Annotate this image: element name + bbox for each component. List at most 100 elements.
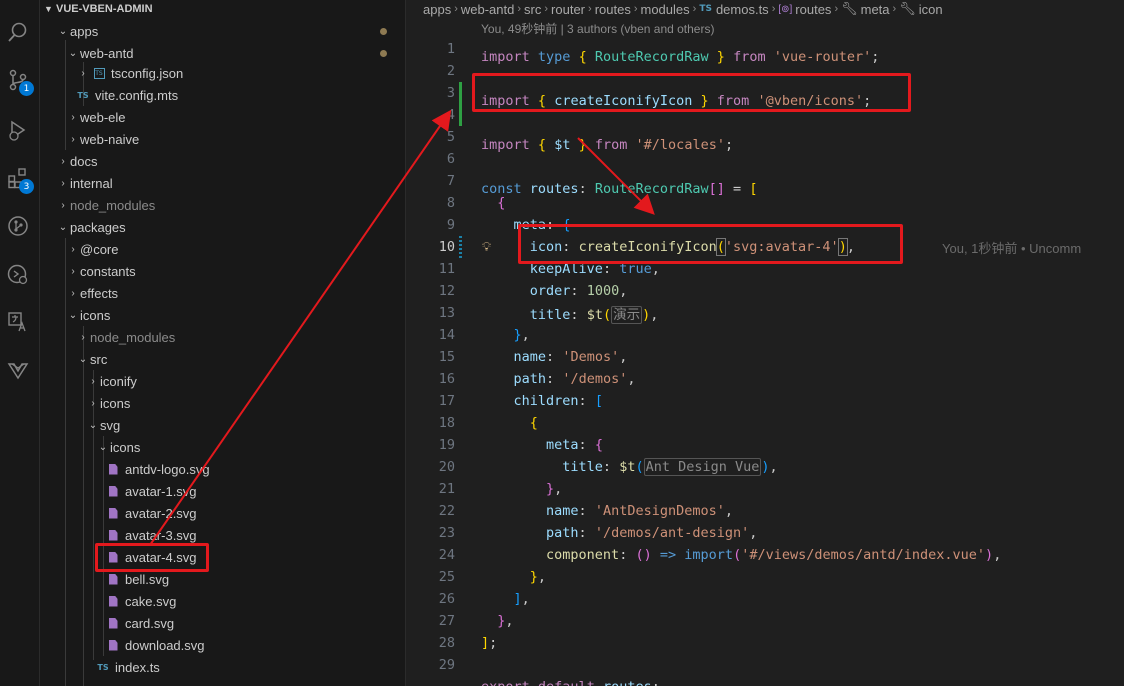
chevron-down-icon: ⌄ <box>68 47 78 59</box>
code-line-29: 29 <box>438 657 455 673</box>
chevron-down-icon: ⌄ <box>68 309 78 321</box>
code-line-21: 21 }, <box>438 481 563 497</box>
tree-folder-icons-node-modules[interactable]: › node_modules <box>40 326 405 348</box>
breadcrumb-item[interactable]: routes <box>595 2 631 17</box>
code-line-1: 1 import type { RouteRecordRaw } from 'v… <box>446 41 880 65</box>
code-line-15: 15 name: 'Demos', <box>438 349 628 365</box>
chevron-right-icon: › <box>81 67 85 79</box>
tree-folder-src[interactable]: ⌄ src <box>40 348 405 370</box>
breadcrumb-item[interactable]: src <box>524 2 541 17</box>
annotation-box-avatar-4 <box>95 543 209 572</box>
code-line-14: 14 }, <box>438 327 530 343</box>
ts-file-icon: TS <box>97 662 109 672</box>
tree-folder-docs[interactable]: › docs <box>40 150 405 172</box>
chevron-right-icon: › <box>71 111 75 123</box>
inline-blame[interactable]: You, 1秒钟前 • Uncomm <box>942 238 1081 257</box>
explorer-root-header[interactable]: ▼ VUE-VBEN-ADMIN <box>40 0 405 18</box>
remote-explorer-icon[interactable] <box>4 260 32 288</box>
annotation-box-icon-line <box>518 224 903 264</box>
tree-folder-src-icons[interactable]: › icons <box>40 392 405 414</box>
tree-file-index-ts[interactable]: TS index.ts <box>40 656 405 678</box>
code-line-22: 22 name: 'AntDesignDemos', <box>438 503 734 519</box>
breadcrumb-item[interactable]: icon <box>919 2 943 17</box>
git-graph-icon[interactable] <box>4 212 32 240</box>
wrench-icon: 🔧︎ <box>841 1 858 16</box>
code-line-27: 27 }, <box>438 613 514 629</box>
svg-file-icon <box>104 617 122 629</box>
wrench-icon: 🔧︎ <box>899 1 916 16</box>
code-line-28: 28]; <box>438 635 498 651</box>
tree-folder-constants[interactable]: › constants <box>40 260 405 282</box>
source-control-icon[interactable]: 1 <box>4 66 34 96</box>
chevron-right-icon: › <box>61 177 65 189</box>
breadcrumb-item[interactable]: router <box>551 2 585 17</box>
run-debug-icon[interactable] <box>4 116 32 144</box>
extensions-icon[interactable]: 3 <box>4 164 34 194</box>
tree-file-download[interactable]: download.svg <box>40 634 405 656</box>
modified-dot-icon <box>380 50 387 57</box>
code-line-13: 13 title: $t(演示), <box>438 305 659 324</box>
chevron-right-icon: › <box>61 199 65 211</box>
extensions-badge: 3 <box>19 179 34 194</box>
tree-folder-core[interactable]: › @core <box>40 238 405 260</box>
chevron-right-icon: › <box>91 375 95 387</box>
scm-badge: 1 <box>19 81 34 96</box>
activity-bar: 1 3 <box>0 0 40 686</box>
explorer-root-label: VUE-VBEN-ADMIN <box>56 3 153 15</box>
vben-logo-icon[interactable] <box>4 356 32 384</box>
tree-file-antdv-logo[interactable]: antdv-logo.svg <box>40 458 405 480</box>
tree-file-vite-config[interactable]: TS vite.config.mts <box>40 84 405 106</box>
tree-file-card[interactable]: card.svg <box>40 612 405 634</box>
svg-file-icon <box>104 463 122 475</box>
code-line-20: 20 title: $t(Ant Design Vue), <box>438 458 778 476</box>
tree-folder-web-ele[interactable]: › web-ele <box>40 106 405 128</box>
chevron-right-icon: › <box>71 265 75 277</box>
chevron-right-icon: › <box>71 133 75 145</box>
chevron-down-icon: ⌄ <box>88 419 98 431</box>
code-line-19: 19 meta: { <box>438 437 603 453</box>
annotation-box-import <box>472 73 911 112</box>
ts-file-icon: TS <box>77 90 89 100</box>
explorer-search-icon[interactable] <box>4 18 32 46</box>
tree-folder-svg-icons[interactable]: ⌄ icons <box>40 436 405 458</box>
chevron-right-icon: › <box>71 243 75 255</box>
tree-folder-web-naive[interactable]: › web-naive <box>40 128 405 150</box>
tree-file-tsconfig[interactable]: › TS tsconfig.json <box>40 62 405 84</box>
tree-folder-effects[interactable]: › effects <box>40 282 405 304</box>
translate-icon[interactable] <box>4 308 32 336</box>
chevron-right-icon: › <box>81 331 85 343</box>
breadcrumb-item[interactable]: meta <box>861 2 890 17</box>
tree-file-avatar-2[interactable]: avatar-2.svg <box>40 502 405 524</box>
tree-folder-svg[interactable]: ⌄ svg <box>40 414 405 436</box>
code-line-5: 5 import { $t } from '#/locales'; <box>446 129 734 153</box>
explorer-sidebar: ▼ VUE-VBEN-ADMIN ⌄ apps ⌄ web-antd › TS tsco… <box>40 0 406 686</box>
breadcrumb-item[interactable]: demos.ts <box>716 2 769 17</box>
code-line-26: 26 ], <box>438 591 530 607</box>
chevron-right-icon: › <box>61 155 65 167</box>
tree-folder-internal[interactable]: › internal <box>40 172 405 194</box>
code-line-23: 23 path: '/demos/ant-design', <box>438 525 758 541</box>
chevron-right-icon: › <box>91 397 95 409</box>
breadcrumb-item[interactable]: web-antd <box>461 2 514 17</box>
tree-folder-node-modules[interactable]: › node_modules <box>40 194 405 216</box>
tree-file-avatar-1[interactable]: avatar-1.svg <box>40 480 405 502</box>
tree-folder-web-antd[interactable]: ⌄ web-antd <box>40 42 405 64</box>
chevron-down-icon: ▼ <box>44 4 53 14</box>
chevron-down-icon: ⌄ <box>58 221 68 233</box>
code-line-12: 12 order: 1000, <box>438 283 628 299</box>
code-line-16: 16 path: '/demos', <box>438 371 636 387</box>
breadcrumb-item[interactable]: routes <box>795 2 831 17</box>
tree-file-cake[interactable]: cake.svg <box>40 590 405 612</box>
tree-folder-apps[interactable]: ⌄ apps <box>40 20 405 42</box>
breadcrumb: apps › web-antd › src › router › routes › mod… <box>423 1 943 17</box>
svg-file-icon <box>104 485 122 497</box>
tree-folder-icons[interactable]: ⌄ icons <box>40 304 405 326</box>
code-line-17: 17 children: [ <box>438 393 603 409</box>
breadcrumb-item[interactable]: modules <box>641 2 690 17</box>
code-line-18: 18 { <box>438 415 538 431</box>
breadcrumb-item[interactable]: apps <box>423 2 451 17</box>
code-line-7: 7 const routes: RouteRecordRaw[] = [ <box>446 173 758 197</box>
ts-file-icon: TS <box>699 4 712 14</box>
tree-folder-iconify[interactable]: › iconify <box>40 370 405 392</box>
tree-folder-packages[interactable]: ⌄ packages <box>40 216 405 238</box>
